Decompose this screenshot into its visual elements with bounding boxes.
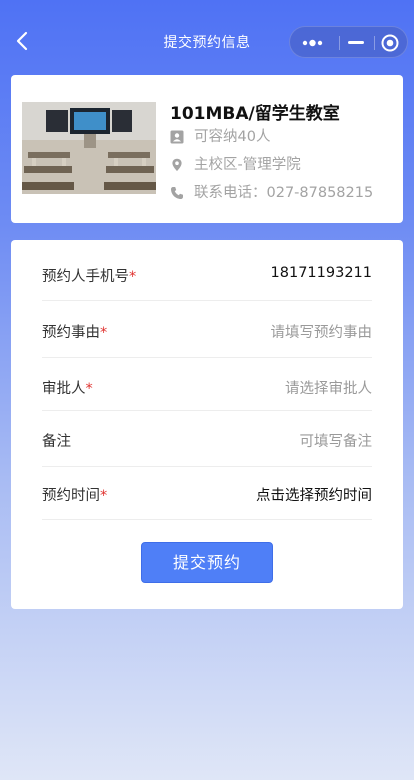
capsule-divider	[339, 36, 340, 50]
phone-text: 联系电话：027-87858215	[194, 185, 374, 201]
approver-select[interactable]: 请选择审批人	[285, 377, 372, 398]
capsule-divider	[374, 36, 375, 50]
time-field[interactable]: 预约时间* 点击选择预约时间	[42, 468, 372, 520]
remark-field[interactable]: 备注 可填写备注	[42, 414, 372, 467]
classroom-photo	[22, 102, 156, 194]
capacity-text: 可容纳40人	[194, 129, 271, 145]
field-label: 预约时间*	[42, 488, 108, 504]
field-label: 审批人*	[42, 381, 93, 397]
location-pin-icon	[172, 158, 182, 171]
location-text: 主校区-管理学院	[194, 157, 301, 173]
reason-input[interactable]: 请填写预约事由	[271, 321, 373, 342]
phone-icon	[171, 187, 183, 199]
room-info-card: 101MBA/留学生教室 可容纳40人 主校区-管理学院 联系电话：027-87…	[11, 75, 403, 223]
reservation-form: 预约人手机号* 18171193211 预约事由* 请填写预约事由 审批人* 请…	[11, 240, 403, 609]
phone-field[interactable]: 预约人手机号* 18171193211	[42, 249, 372, 301]
field-label: 备注	[42, 434, 71, 450]
navigation-bar: 提交预约信息	[0, 0, 414, 84]
remark-input[interactable]: 可填写备注	[300, 430, 373, 451]
submit-button[interactable]: 提交预约	[141, 542, 273, 583]
room-name: 101MBA/留学生教室	[170, 104, 340, 124]
time-picker[interactable]: 点击选择预约时间	[256, 484, 372, 505]
approver-field[interactable]: 审批人* 请选择审批人	[42, 361, 372, 411]
mini-program-capsule	[289, 26, 408, 58]
field-label: 预约人手机号*	[42, 269, 137, 285]
field-label: 预约事由*	[42, 325, 108, 341]
more-dots-icon[interactable]	[302, 37, 324, 49]
target-icon[interactable]	[381, 34, 399, 52]
contact-card-icon	[170, 130, 184, 144]
minimize-icon[interactable]	[348, 41, 364, 44]
phone-input[interactable]: 18171193211	[271, 265, 372, 281]
reason-field[interactable]: 预约事由* 请填写预约事由	[42, 305, 372, 358]
